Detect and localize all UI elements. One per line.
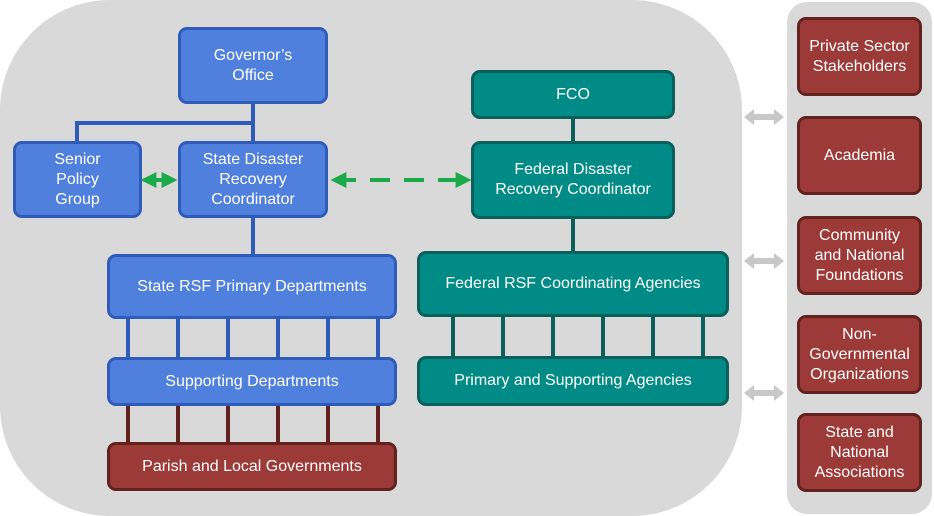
federal-disaster-recovery-coordinator-box: Federal Disaster Recovery Coordinator bbox=[471, 141, 675, 219]
state-rsf-primary-departments-label: State RSF Primary Departments bbox=[137, 277, 367, 295]
state-disaster-recovery-coordinator-label: State Disaster Recovery Coordinator bbox=[202, 150, 304, 208]
senior-policy-group-label: Senior Policy Group bbox=[54, 150, 101, 208]
federal-rsf-coordinating-agencies-box: Federal RSF Coordinating Agencies bbox=[417, 251, 729, 317]
partner-label: Non-Governmental Organizations bbox=[809, 325, 910, 383]
governors-office-box: Governor’s Office bbox=[178, 27, 328, 104]
parish-and-local-governments-label: Parish and Local Governments bbox=[142, 457, 362, 475]
partner-box-academia: Academia bbox=[797, 116, 922, 195]
governors-office-label: Governor’s Office bbox=[213, 46, 293, 84]
fco-box: FCO bbox=[471, 70, 675, 119]
gray-double-arrow-3 bbox=[744, 385, 784, 401]
primary-and-supporting-agencies-box: Primary and Supporting Agencies bbox=[417, 356, 729, 406]
federal-rsf-coordinating-agencies-label: Federal RSF Coordinating Agencies bbox=[445, 275, 701, 292]
state-rsf-primary-departments-box: State RSF Primary Departments bbox=[107, 254, 397, 319]
state-disaster-recovery-coordinator-box: State Disaster Recovery Coordinator bbox=[178, 141, 328, 218]
partner-label: Private Sector Stakeholders bbox=[809, 37, 910, 75]
fco-label: FCO bbox=[556, 85, 590, 103]
supporting-departments-box: Supporting Departments bbox=[107, 357, 397, 406]
partner-box-associations: State and National Associations bbox=[797, 413, 922, 492]
supporting-departments-label: Supporting Departments bbox=[165, 372, 339, 390]
parish-and-local-governments-box: Parish and Local Governments bbox=[107, 442, 397, 491]
partner-box-private-sector: Private Sector Stakeholders bbox=[797, 17, 922, 96]
senior-policy-group-box: Senior Policy Group bbox=[13, 141, 142, 218]
gray-double-arrow-1 bbox=[744, 109, 784, 125]
link-governor-spg bbox=[75, 121, 253, 142]
federal-disaster-recovery-coordinator-label: Federal Disaster Recovery Coordinator bbox=[495, 161, 651, 198]
primary-and-supporting-agencies-label: Primary and Supporting Agencies bbox=[454, 372, 692, 389]
partner-label: State and National Associations bbox=[814, 423, 905, 481]
partner-label: Academia bbox=[823, 146, 896, 164]
partner-label: Community and National Foundations bbox=[814, 226, 905, 284]
gray-double-arrow-2 bbox=[744, 253, 784, 269]
partner-box-ngos: Non-Governmental Organizations bbox=[797, 315, 922, 394]
partner-box-foundations: Community and National Foundations bbox=[797, 216, 922, 295]
